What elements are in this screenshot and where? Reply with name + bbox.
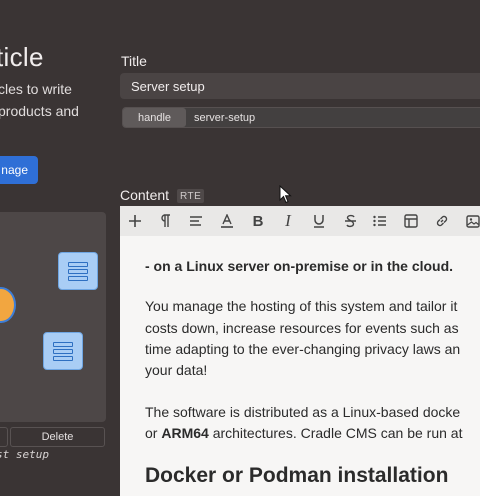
handle-input[interactable]: server-setup (194, 108, 255, 127)
link-icon[interactable] (429, 206, 455, 236)
add-icon[interactable] (122, 206, 148, 236)
editor-heading: Docker or Podman installation (145, 464, 449, 487)
editor-paragraph-line: your data! (145, 362, 208, 378)
align-icon[interactable] (183, 206, 209, 236)
image-preview (0, 212, 106, 422)
bullet-list-icon[interactable] (367, 206, 393, 236)
server-icon (58, 252, 98, 290)
editor-paragraph-line: or ARM64 architectures. Cradle CMS can b… (145, 423, 462, 444)
delete-button[interactable]: Delete (10, 427, 105, 447)
description-line: products and (0, 103, 79, 119)
table-icon[interactable] (398, 206, 424, 236)
image-button[interactable]: nage (0, 156, 38, 184)
italic-icon[interactable]: I (275, 206, 301, 236)
image-icon[interactable] (460, 206, 480, 236)
server-icon (43, 332, 83, 370)
rte-badge: RTE (177, 189, 205, 203)
image-caption: st setup (0, 448, 49, 461)
title-input[interactable]: Server setup (120, 73, 480, 99)
editor-paragraph-line: The software is distributed as a Linux-b… (145, 404, 461, 420)
editor-paragraph-line: You manage the hosting of this system an… (145, 298, 458, 314)
editor-paragraph-line: time adapting to the ever-changing priva… (145, 341, 461, 357)
text-color-icon[interactable] (214, 206, 240, 236)
editor-bold-line: - on a Linux server on-premise or in the… (145, 258, 454, 274)
underline-icon[interactable] (306, 206, 332, 236)
handle-tag: handle (123, 108, 186, 127)
editor-text: architectures. Cradle CMS can be run at (208, 425, 463, 441)
title-label: Title (121, 53, 147, 69)
editor-text: or (145, 425, 162, 441)
bold-icon[interactable]: B (245, 206, 271, 236)
mouse-cursor-icon (279, 185, 292, 204)
strikethrough-icon[interactable] (337, 206, 363, 236)
description-line: cles to write (0, 81, 72, 97)
editor-paragraph-line: costs down, increase resources for event… (145, 320, 459, 336)
preview-action-button[interactable] (0, 427, 8, 447)
paragraph-icon[interactable] (152, 206, 178, 236)
page-title: ticle (0, 42, 44, 72)
editor-bold-text: ARM64 (161, 425, 209, 441)
content-label: Content (120, 187, 170, 203)
